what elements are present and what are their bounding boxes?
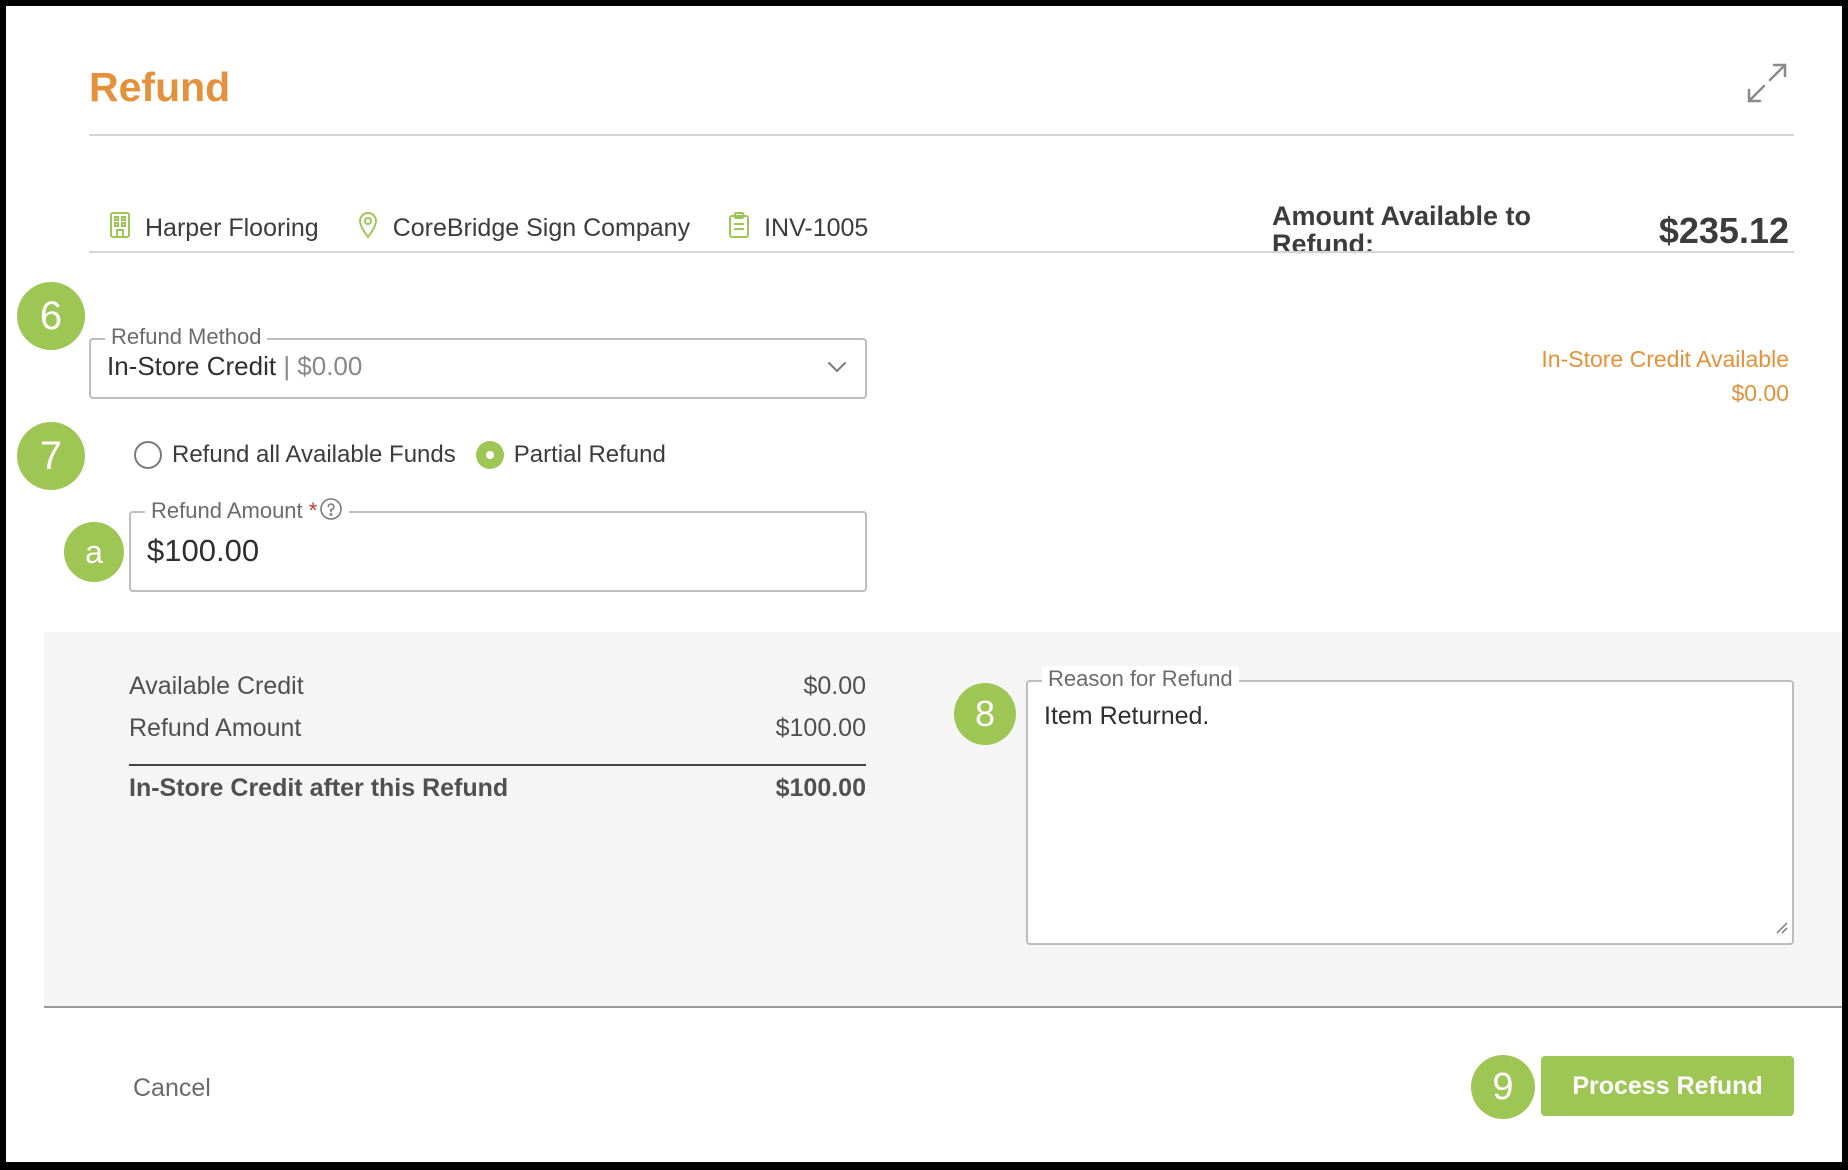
refund-amount-value[interactable]: $100.00 (147, 533, 259, 569)
summary-row-refund-amount: Refund Amount $100.00 (129, 714, 866, 743)
clipboard-icon (728, 211, 764, 246)
invoice-number: INV-1005 (764, 214, 869, 242)
footer-divider (44, 1006, 1842, 1008)
refund-method-value: In-Store Credit | $0.00 (107, 351, 362, 382)
amount-available-label: Amount Available to Refund: (1272, 201, 1532, 259)
header-divider (89, 134, 1794, 136)
refund-dialog: Refund Harper Flooring CoreBridge Sign C… (6, 6, 1842, 1162)
summary-value: $100.00 (775, 714, 866, 742)
radio-partial-refund-circle[interactable] (475, 441, 504, 469)
chevron-down-icon[interactable] (827, 360, 847, 379)
company-info: Harper Flooring (109, 211, 319, 246)
company-name: Harper Flooring (145, 214, 319, 242)
radio-refund-all-circle[interactable] (134, 441, 162, 469)
in-store-credit-value: $0.00 (1731, 380, 1789, 406)
step-badge-6: 6 (17, 282, 85, 350)
radio-partial-refund-label: Partial Refund (513, 441, 666, 468)
radio-refund-all[interactable]: Refund all Available Funds (134, 441, 456, 469)
building-icon (109, 211, 145, 246)
summary-row-total: In-Store Credit after this Refund $100.0… (129, 774, 866, 803)
in-store-credit-note: In-Store Credit Available $0.00 (1541, 342, 1789, 410)
location-name: CoreBridge Sign Company (392, 214, 691, 242)
step-badge-8: 8 (954, 683, 1016, 745)
summary-label: Refund Amount (129, 714, 302, 742)
refund-method-selected: In-Store Credit (107, 351, 277, 381)
step-badge-7: 7 (17, 422, 85, 490)
expand-arrows-icon[interactable] (1744, 60, 1790, 106)
summary-total-label: In-Store Credit after this Refund (129, 774, 509, 802)
step-badge-a: a (64, 522, 124, 582)
summary-total-value: $100.00 (775, 774, 866, 802)
refund-method-legend: Refund Method (105, 324, 268, 350)
summary-label: Available Credit (129, 672, 304, 700)
refund-type-group: Refund all Available Funds Partial Refun… (134, 441, 686, 469)
cancel-button[interactable]: Cancel (133, 1074, 211, 1103)
dialog-title: Refund (89, 64, 231, 110)
process-refund-button[interactable]: Process Refund (1541, 1056, 1794, 1116)
reason-legend: Reason for Refund (1042, 666, 1239, 692)
summary-row-available-credit: Available Credit $0.00 (129, 672, 866, 701)
refund-method-balance: | $0.00 (283, 351, 363, 381)
radio-refund-all-label: Refund all Available Funds (172, 441, 456, 468)
refund-amount-legend-text: Refund Amount (151, 497, 303, 523)
info-row: Harper Flooring CoreBridge Sign Company … (109, 211, 906, 246)
refund-amount-field[interactable]: Refund Amount * $100.00 (129, 497, 867, 592)
refund-method-select[interactable]: Refund Method In-Store Credit | $0.00 (89, 324, 867, 399)
radio-partial-refund[interactable]: Partial Refund (475, 441, 666, 469)
step-badge-9: 9 (1471, 1055, 1535, 1119)
amount-available-value: $235.12 (1658, 210, 1789, 251)
summary-value: $0.00 (803, 672, 866, 700)
help-circle-icon[interactable] (319, 497, 343, 527)
invoice-info: INV-1005 (728, 211, 868, 246)
resize-grip-icon[interactable] (1773, 919, 1789, 940)
in-store-credit-label: In-Store Credit Available (1541, 346, 1789, 372)
summary-divider (129, 764, 866, 766)
reason-value[interactable]: Item Returned. (1044, 702, 1209, 731)
refund-amount-legend: Refund Amount * (145, 497, 350, 527)
info-divider (89, 251, 1794, 253)
required-marker: * (308, 497, 318, 523)
location-info: CoreBridge Sign Company (357, 211, 690, 246)
reason-textarea[interactable]: Reason for Refund Item Returned. (1026, 666, 1794, 945)
map-pin-icon (357, 211, 393, 246)
